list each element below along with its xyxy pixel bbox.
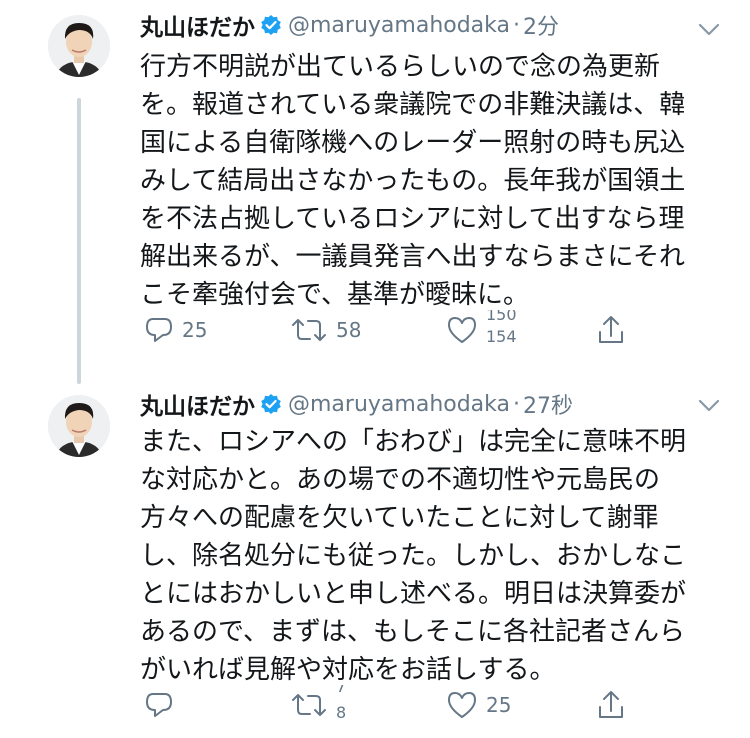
reply-button[interactable] [144, 685, 182, 725]
reply-icon [146, 318, 172, 342]
tweet-header: 丸山ほだか @maruyamahodaka · 2分 [140, 8, 559, 42]
thread-line [77, 98, 81, 384]
tweet-1[interactable]: 丸山ほだか @maruyamahodaka · 2分 行方不明説が出ているらしい… [0, 0, 750, 385]
tweet-text-line: こそ牽強付会で、基準が曖昧に。 [140, 280, 529, 310]
tweet-text-line: とにはおかしいと申し述べる。明日は決算委が [140, 579, 687, 609]
share-icon [599, 316, 623, 343]
avatar[interactable] [48, 15, 110, 77]
tweet-actions: 25 58 150 154 [140, 310, 660, 350]
tweet-text: 行方不明説が出ているらしいので念の為更新 を。報道されている衆議院での非難決議は… [140, 48, 720, 314]
share-button[interactable] [596, 310, 626, 350]
like-button[interactable]: 150 154 [446, 310, 517, 350]
retweet-count-animating: 7 8 [336, 685, 346, 725]
tweet-text-line: を不法占拠しているロシアに対して出すなら理 [140, 204, 685, 234]
retweet-icon [292, 694, 326, 716]
chevron-down-icon[interactable] [698, 22, 720, 36]
display-name[interactable]: 丸山ほだか [140, 8, 255, 42]
tweet-text-line: あるので、まずは、もしそこに各社記者さんら [140, 617, 685, 647]
tweet-2[interactable]: 丸山ほだか @maruyamahodaka · 27秒 また、ロシアへの「おわび… [0, 385, 750, 738]
tweet-actions: 7 8 25 [140, 685, 660, 725]
like-button[interactable]: 25 [446, 685, 511, 725]
display-name[interactable]: 丸山ほだか [140, 387, 255, 421]
chevron-down-icon[interactable] [698, 398, 720, 412]
verified-badge-icon [260, 14, 282, 36]
like-icon [448, 317, 476, 343]
tweet-text-line: また、ロシアへの「おわび」は完全に意味不明 [140, 427, 687, 457]
retweet-button[interactable]: 58 [290, 310, 361, 350]
tweet-text-line: な対応かと。あの場での不適切性や元島民の [140, 465, 661, 495]
avatar[interactable] [48, 395, 110, 457]
share-icon [599, 691, 623, 718]
user-handle[interactable]: @maruyamahodaka [288, 392, 510, 417]
retweet-count-new: 8 [336, 703, 347, 722]
share-button[interactable] [596, 685, 626, 725]
reply-button[interactable]: 25 [144, 310, 207, 350]
like-icon [448, 692, 476, 718]
verified-badge-icon [260, 393, 282, 415]
tweet-text-line: 国による自衛隊機へのレーダー照射の時も尻込 [140, 128, 686, 158]
tweet-text: また、ロシアへの「おわび」は完全に意味不明 な対応かと。あの場での不適切性や元島… [140, 423, 720, 689]
like-count: 25 [486, 693, 512, 717]
tweet-text-line: を。報道されている衆議院での非難決議は、韓 [140, 90, 686, 120]
separator-dot: · [513, 391, 520, 417]
retweet-count-old: 7 [336, 685, 347, 696]
tweet-text-line: し、除名処分にも従った。しかし、おかしなこ [140, 541, 687, 571]
tweet-timestamp[interactable]: 27秒 [523, 388, 573, 420]
tweet-header: 丸山ほだか @maruyamahodaka · 27秒 [140, 387, 573, 421]
retweet-icon [292, 319, 326, 341]
reply-count: 25 [182, 318, 208, 342]
retweet-button[interactable]: 7 8 [290, 685, 346, 725]
like-count-new: 154 [486, 327, 517, 346]
tweet-timestamp[interactable]: 2分 [523, 9, 559, 41]
like-count-animating: 150 154 [486, 310, 517, 350]
user-handle[interactable]: @maruyamahodaka [288, 13, 510, 38]
tweet-text-line: 解出来るが、一議員発言へ出すならまさにそれ [140, 242, 685, 272]
tweet-text-line: 行方不明説が出ているらしいので念の為更新 [140, 52, 661, 82]
reply-icon [146, 693, 172, 717]
tweet-text-line: がいれば見解や対応をお話しする。 [140, 655, 556, 685]
retweet-count: 58 [336, 318, 362, 342]
separator-dot: · [513, 12, 520, 38]
tweet-text-line: 方々への配慮を欠いていたことに対して謝罪 [140, 503, 659, 533]
like-count-old: 150 [486, 310, 517, 324]
tweet-text-line: みして結局出さなかったもの。長年我が国領土 [140, 166, 686, 196]
